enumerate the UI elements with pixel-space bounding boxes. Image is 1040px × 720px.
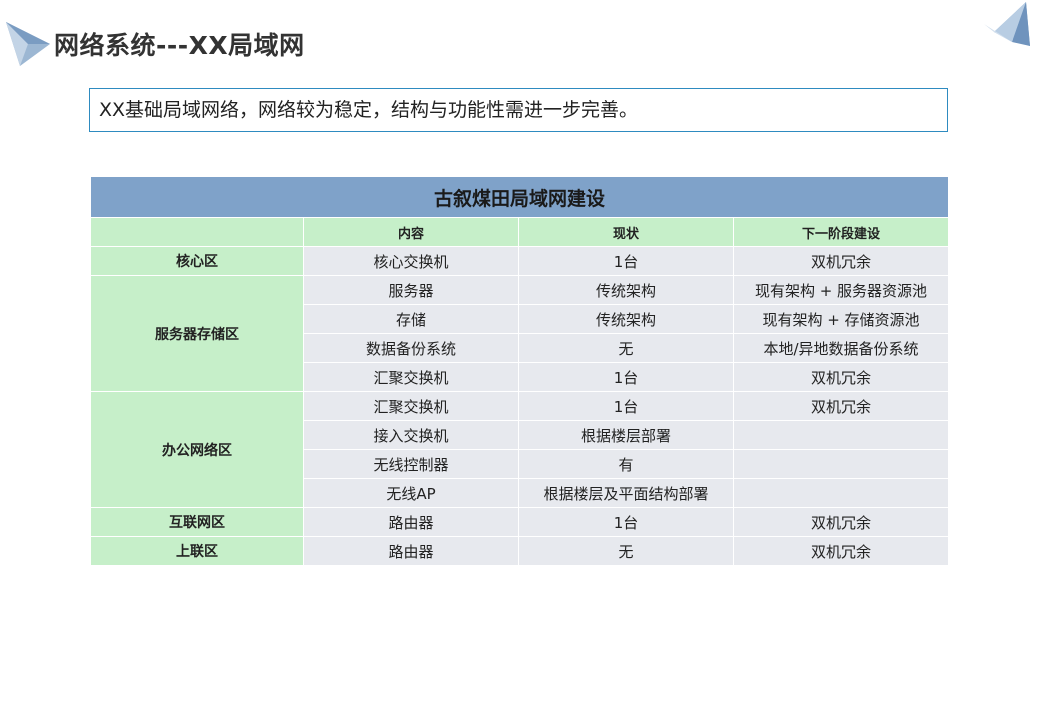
row-content: 数据备份系统 (303, 333, 519, 363)
header-content: 内容 (303, 217, 519, 247)
header-next-stage: 下一阶段建设 (732, 217, 950, 247)
row-next-stage: 现有架构 + 服务器资源池 (732, 275, 950, 305)
row-next-stage: 双机冗余 (732, 507, 950, 537)
table-row: 互联网区 路由器 1台 双机冗余 (90, 507, 950, 537)
row-content: 核心交换机 (303, 246, 519, 276)
row-content: 汇聚交换机 (303, 391, 519, 421)
row-content: 路由器 (303, 536, 519, 566)
network-table: 古叙煤田局域网建设 内容 现状 下一阶段建设 核心区 核心交换机 1台 双机冗余 服务器… (89, 176, 950, 566)
row-status: 有 (518, 449, 734, 479)
row-content: 接入交换机 (303, 420, 519, 450)
table-row: 上联区 路由器无双机冗余 (90, 536, 950, 566)
page-title: 网络系统---XX局域网 (54, 31, 305, 60)
summary-text: XX基础局域网络，网络较为稳定，结构与功能性需进一步完善。 (99, 99, 639, 121)
zone-label: 互联网区 (90, 507, 304, 537)
header-zone (90, 217, 304, 247)
row-status: 无 (518, 333, 734, 363)
row-status: 1台 (518, 246, 734, 276)
header-status: 现状 (518, 217, 734, 247)
summary-box: XX基础局域网络，网络较为稳定，结构与功能性需进一步完善。 (89, 88, 948, 132)
row-next-stage (732, 420, 950, 450)
table-row: 服务器存储区 服务器 传统架构 现有架构 + 服务器资源池 (90, 275, 950, 392)
row-content: 无线AP (303, 478, 519, 508)
row-next-stage: 双机冗余 (732, 246, 950, 276)
zone-label: 核心区 (90, 246, 304, 276)
table-row: 办公网络区 汇聚交换机 1台 双机冗余 (90, 391, 950, 508)
row-status: 1台 (518, 507, 734, 537)
zone-label: 服务器存储区 (90, 275, 304, 392)
zone-label: 上联区 (90, 536, 304, 566)
row-status: 无 (518, 536, 734, 566)
row-status: 根据楼层部署 (518, 420, 734, 450)
row-status: 传统架构 (518, 275, 734, 305)
row-content: 服务器 (303, 275, 519, 305)
row-content: 路由器 (303, 507, 519, 537)
row-status: 根据楼层及平面结构部署 (518, 478, 734, 508)
zone-label: 办公网络区 (90, 391, 304, 508)
row-status: 传统架构 (518, 304, 734, 334)
paper-plane-icon (984, 2, 1030, 46)
row-content: 无线控制器 (303, 449, 519, 479)
row-next-stage (732, 449, 950, 479)
row-content: 汇聚交换机 (303, 362, 519, 392)
row-next-stage: 双机冗余 (732, 362, 950, 392)
row-next-stage (732, 478, 950, 508)
row-next-stage: 本地/异地数据备份系统 (732, 333, 950, 363)
table-row: 核心区 核心交换机 1台 双机冗余 (90, 246, 950, 276)
row-content: 存储 (303, 304, 519, 334)
table-title: 古叙煤田局域网建设 (89, 176, 950, 218)
row-next-stage: 双机冗余 (732, 391, 950, 421)
row-status: 1台 (518, 391, 734, 421)
paper-plane-icon (6, 22, 50, 66)
row-next-stage: 双机冗余 (732, 536, 950, 566)
row-next-stage: 现有架构 + 存储资源池 (732, 304, 950, 334)
table-header-row: 内容 现状 下一阶段建设 (90, 217, 950, 247)
row-status: 1台 (518, 362, 734, 392)
